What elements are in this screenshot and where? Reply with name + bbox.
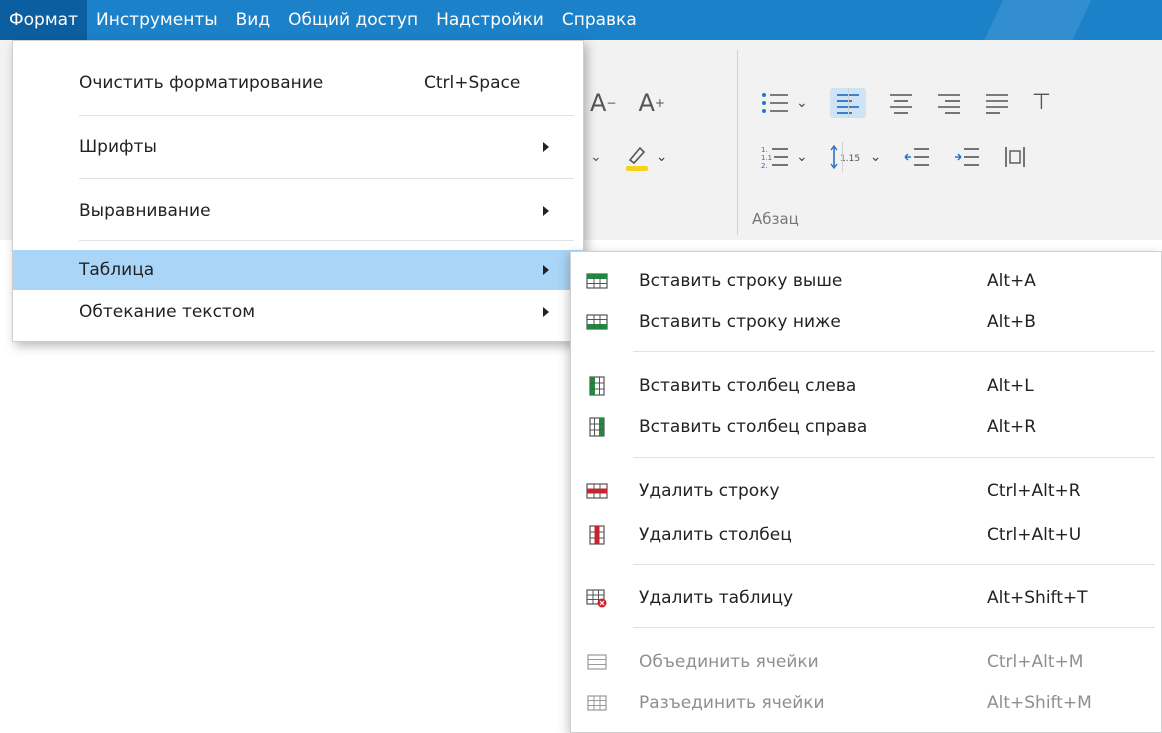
menu-format[interactable]: Формат [0, 0, 87, 40]
paragraph-group-label: Абзац [752, 210, 799, 228]
submenu-item-label: Удалить столбец [639, 525, 792, 545]
submenu-item-delete-column[interactable]: Удалить столбец Ctrl+Alt+U [571, 516, 1161, 554]
menu-addons[interactable]: Надстройки [427, 0, 553, 40]
decrease-indent-icon[interactable] [903, 142, 931, 172]
menu-tools[interactable]: Инструменты [87, 0, 227, 40]
svg-text:1.: 1. [761, 146, 768, 154]
menu-help[interactable]: Справка [553, 0, 646, 40]
submenu-item-label: Вставить строку выше [639, 271, 843, 291]
submenu-item-label: Разъединить ячейки [639, 693, 825, 713]
menu-item-label: Шрифты [79, 137, 157, 157]
submenu-separator [633, 564, 1155, 565]
menu-item-label: Очистить форматирование [79, 73, 324, 93]
submenu-item-delete-row[interactable]: Удалить строку Ctrl+Alt+R [571, 472, 1161, 510]
decrease-font-size-icon[interactable]: A − [590, 88, 616, 118]
menu-bar: Формат Инструменты Вид Общий доступ Надс… [0, 0, 1162, 40]
insert-row-below-icon [586, 314, 608, 330]
submenu-item-shortcut: Ctrl+Alt+U [987, 525, 1082, 545]
submenu-arrow-icon [543, 142, 549, 152]
delete-row-icon [586, 483, 608, 499]
submenu-item-shortcut: Alt+Shift+T [987, 588, 1088, 608]
line-spacing-icon[interactable]: 1.15 ⌄ [830, 142, 881, 172]
submenu-arrow-icon [543, 265, 549, 275]
submenu-item-shortcut: Alt+L [987, 376, 1034, 396]
submenu-item-merge-cells: Объединить ячейки Ctrl+Alt+M [571, 643, 1161, 681]
increase-font-size-icon[interactable]: A + [638, 88, 664, 118]
submenu-item-delete-table[interactable]: Удалить таблицу Alt+Shift+T [571, 579, 1161, 617]
insert-column-right-icon [589, 417, 605, 437]
menu-item-table[interactable]: Таблица [13, 250, 583, 290]
menu-view[interactable]: Вид [227, 0, 279, 40]
submenu-item-split-cells: Разъединить ячейки Alt+Shift+M [571, 684, 1161, 722]
table-submenu: Вставить строку выше Alt+A Вставить стро… [570, 251, 1162, 733]
submenu-item-label: Объединить ячейки [639, 652, 819, 672]
submenu-item-label: Вставить столбец слева [639, 376, 857, 396]
submenu-item-shortcut: Ctrl+Alt+R [987, 481, 1081, 501]
submenu-item-insert-row-above[interactable]: Вставить строку выше Alt+A [571, 262, 1161, 300]
highlight-color-icon[interactable]: ⌄ [624, 142, 667, 172]
menu-item-label: Выравнивание [79, 201, 211, 221]
submenu-item-label: Удалить строку [639, 481, 780, 501]
insert-column-left-icon [589, 376, 605, 396]
split-cells-icon [587, 695, 607, 711]
submenu-item-shortcut: Ctrl+Alt+M [987, 652, 1084, 672]
insert-row-above-icon [586, 273, 608, 289]
menu-separator [79, 178, 574, 179]
submenu-item-label: Удалить таблицу [639, 588, 794, 608]
submenu-item-shortcut: Alt+Shift+M [987, 693, 1092, 713]
submenu-item-shortcut: Alt+B [987, 312, 1036, 332]
menu-item-fonts[interactable]: Шрифты [13, 127, 583, 167]
delete-column-icon [589, 525, 605, 545]
submenu-arrow-icon [543, 206, 549, 216]
justify-icon[interactable] [984, 88, 1010, 118]
submenu-item-insert-column-right[interactable]: Вставить столбец справа Alt+R [571, 408, 1161, 446]
menu-item-clear-formatting[interactable]: Очистить форматирование Ctrl+Space [13, 63, 583, 103]
align-center-icon[interactable] [888, 88, 914, 118]
paragraph-spacing-icon[interactable] [1003, 142, 1027, 172]
submenu-item-label: Вставить строку ниже [639, 312, 841, 332]
submenu-separator [633, 351, 1155, 352]
menu-separator [79, 115, 574, 116]
submenu-separator [633, 457, 1155, 458]
menu-item-label: Обтекание текстом [79, 302, 256, 322]
submenu-item-insert-column-left[interactable]: Вставить столбец слева Alt+L [571, 367, 1161, 405]
menu-item-label: Таблица [79, 260, 155, 280]
numbered-list-icon[interactable]: 1. 1.1 2. ⌄ [760, 142, 808, 172]
submenu-item-insert-row-below[interactable]: Вставить строку ниже Alt+B [571, 303, 1161, 341]
svg-text:2.: 2. [761, 162, 768, 170]
increase-indent-icon[interactable] [953, 142, 981, 172]
menu-item-text-wrapping[interactable]: Обтекание текстом [13, 292, 583, 332]
svg-text:1.1: 1.1 [761, 154, 772, 162]
merge-cells-icon [587, 654, 607, 670]
submenu-item-shortcut: Alt+R [987, 417, 1037, 437]
align-top-icon[interactable]: ⊤ [1032, 88, 1051, 118]
format-menu: Очистить форматирование Ctrl+Space Шрифт… [12, 40, 584, 342]
menu-separator [79, 240, 574, 241]
align-right-icon[interactable] [936, 88, 962, 118]
menu-sharing[interactable]: Общий доступ [279, 0, 427, 40]
menu-item-shortcut: Ctrl+Space [424, 73, 521, 93]
submenu-arrow-icon [543, 307, 549, 317]
submenu-separator [633, 627, 1155, 628]
submenu-item-label: Вставить столбец справа [639, 417, 868, 437]
submenu-item-shortcut: Alt+A [987, 271, 1036, 291]
menu-item-alignment[interactable]: Выравнивание [13, 191, 583, 231]
chevron-down-icon[interactable]: ⌄ [590, 142, 602, 172]
bulleted-list-icon[interactable]: ⌄ [760, 88, 808, 118]
delete-table-icon [586, 589, 607, 608]
